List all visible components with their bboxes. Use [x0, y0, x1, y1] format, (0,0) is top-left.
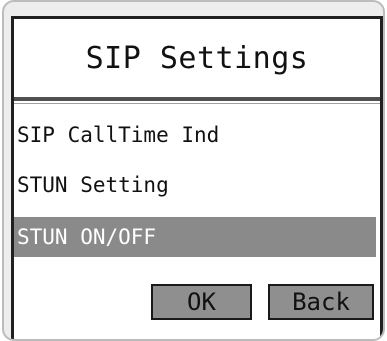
menu-item-stun-setting[interactable]: STUN Setting [14, 165, 380, 205]
ok-button[interactable]: OK [151, 284, 252, 320]
phone-device-frame: SIP Settings SIP CallTime Ind STUN Setti… [2, 0, 385, 341]
back-button-label: Back [292, 288, 350, 316]
phone-screen: SIP Settings SIP CallTime Ind STUN Setti… [11, 16, 383, 339]
page-title: SIP Settings [85, 40, 309, 76]
title-bar: SIP Settings [14, 19, 380, 97]
ok-button-label: OK [187, 288, 216, 316]
menu-item-stun-on-off-selected[interactable]: STUN ON/OFF [14, 217, 376, 257]
title-divider-shadow [14, 103, 380, 104]
menu-item-sip-calltime-ind[interactable]: SIP CallTime Ind [14, 115, 380, 155]
back-button[interactable]: Back [268, 284, 374, 320]
title-divider [14, 97, 380, 101]
